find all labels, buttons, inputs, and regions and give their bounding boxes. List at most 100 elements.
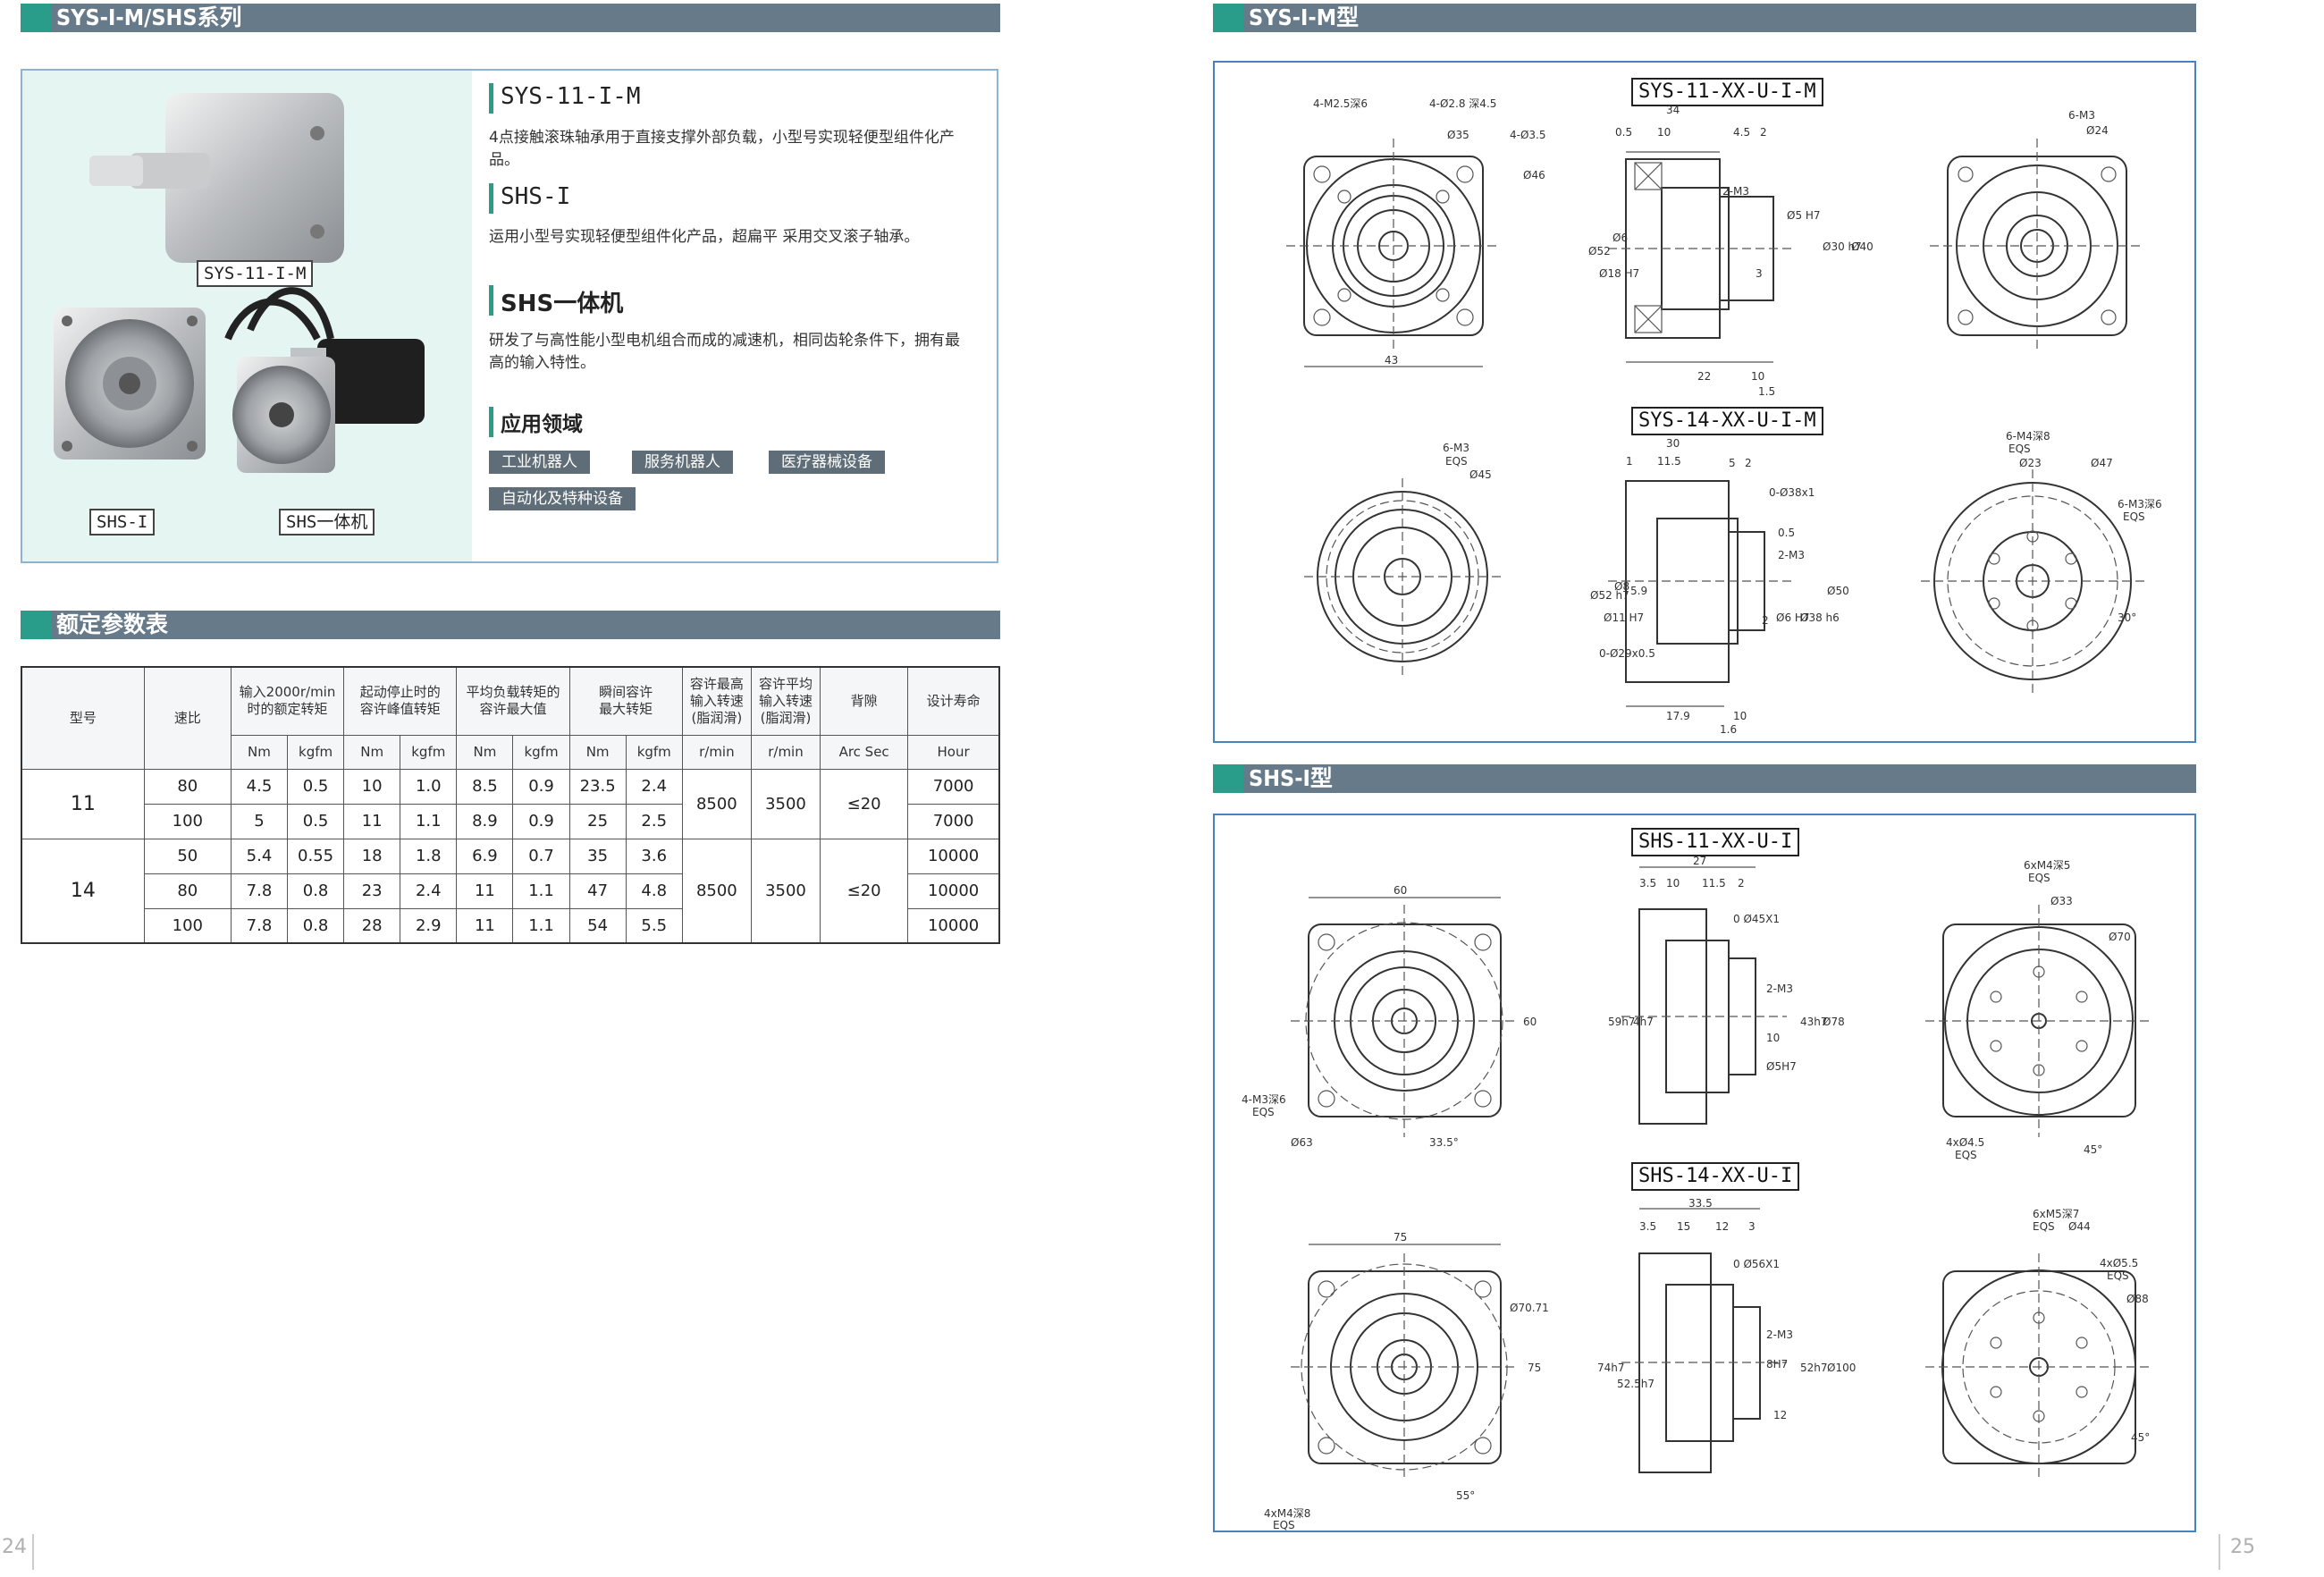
section-bar-shs: SHS-I型 <box>1213 764 2196 793</box>
dim-label: Ø5 H7 <box>1787 209 1821 222</box>
dim-label: 10 <box>1666 877 1680 890</box>
dim-label: 6xM5深7 <box>2033 1208 2079 1220</box>
dim-label: Ø38 h6 <box>1800 611 1840 624</box>
cell: 7.8 <box>230 907 289 944</box>
cell: 10000 <box>907 873 1000 909</box>
dim-label: Ø35 <box>1447 129 1469 141</box>
dim-label: 4xØ5.5 <box>2100 1257 2138 1269</box>
dim-label: 3 <box>1756 267 1763 280</box>
product-heading-sys: SYS-11-I-M <box>501 83 641 110</box>
table-row: 11 80 4.5 0.5 10 1.0 8.5 0.9 23.5 2.4 85… <box>21 768 1000 839</box>
cell: 8.9 <box>456 803 514 839</box>
product-panel: SYS-11-I-M SHS-I SHS一体机 SYS-11-I-M 4点接触滚… <box>21 69 998 563</box>
section-title-shs: SHS-I型 <box>1249 765 1333 791</box>
cell: 0.8 <box>287 873 345 909</box>
dim-label: 52.5h7 <box>1617 1378 1655 1390</box>
dim-label: EQS <box>1445 455 1468 468</box>
cell: 5.4 <box>230 838 289 874</box>
dim-label: 3.5 <box>1639 877 1656 890</box>
product-heading-shs-integrated: SHS一体机 <box>501 291 624 317</box>
dim-label: 6xM4深5 <box>2024 859 2070 872</box>
section-title-table: 额定参数表 <box>56 611 169 637</box>
cell: 80 <box>143 873 232 909</box>
dim-label: 1 <box>1626 455 1633 468</box>
dim-label: Ø88 <box>2126 1293 2149 1305</box>
table-row: 14 50 5.4 0.55 18 1.8 6.9 0.7 35 3.6 850… <box>21 838 1000 944</box>
cell: 3.6 <box>625 838 683 874</box>
unit-cell: Nm <box>230 734 289 770</box>
dim-label: Ø18 H7 <box>1599 267 1639 280</box>
dim-label: EQS <box>2033 1220 2055 1233</box>
page-number-right: 25 <box>2230 1536 2255 1558</box>
dim-label: 2-M3 <box>1722 185 1749 198</box>
cell: 7000 <box>907 803 1000 839</box>
dim-label: 22 <box>1697 370 1711 383</box>
cell: 5.5 <box>625 907 683 944</box>
cell: 4.8 <box>625 873 683 909</box>
dim-label: EQS <box>2107 1269 2129 1282</box>
dim-label: 8H7 <box>1766 1358 1788 1370</box>
dim-label: 4h7 <box>1633 1016 1654 1028</box>
photo-label-shs-integrated: SHS一体机 <box>279 509 375 536</box>
dim-label: 11.5 <box>1657 455 1681 468</box>
dim-label: EQS <box>1955 1149 1977 1161</box>
dim-label: 27 <box>1693 855 1706 867</box>
cell: 23 <box>343 873 401 909</box>
th-ratio: 速比 <box>143 666 232 770</box>
dim-label: 1.6 <box>1720 723 1737 736</box>
product-desc-sys: 4点接触滚珠轴承用于直接支撑外部负载，小型号实现轻便型组件化产品。 <box>489 129 955 169</box>
dim-label: Ø6 <box>1612 232 1628 244</box>
dim-label: 30 <box>1666 437 1680 450</box>
cell-backlash: ≤20 <box>820 838 909 944</box>
dim-label: Ø33 <box>2050 895 2073 907</box>
dim-label: 10 <box>1657 126 1671 139</box>
product-photos: SYS-11-I-M SHS-I SHS一体机 <box>22 71 472 561</box>
cell: 1.1 <box>400 803 458 839</box>
dim-label: 52h7 <box>1800 1362 1828 1374</box>
section-title-sys: SYS-I-M型 <box>1249 4 1360 30</box>
cell: 25 <box>568 803 627 839</box>
cell: 0.8 <box>287 907 345 944</box>
unit-cell: kgfm <box>287 734 345 770</box>
dim-label: 10 <box>1733 710 1747 722</box>
dim-label: 60 <box>1394 884 1407 897</box>
cell: 2.9 <box>400 907 458 944</box>
dim-label: 4xM4深8 <box>1264 1507 1310 1520</box>
unit-cell: Nm <box>456 734 514 770</box>
dim-label: 0 Ø45X1 <box>1733 913 1780 925</box>
th-backlash: 背隙 <box>820 666 909 736</box>
dim-label: 4-M2.5深6 <box>1313 97 1368 110</box>
cell-model: 11 <box>21 768 145 839</box>
cell-avg-speed: 3500 <box>750 768 821 839</box>
product-heading-shs: SHS-I <box>501 183 571 210</box>
cell: 1.1 <box>512 873 570 909</box>
dim-label: 6-M3 <box>1443 442 1469 454</box>
dim-label: 3 <box>1748 1220 1756 1233</box>
dim-label: 1.5 <box>1758 385 1775 398</box>
cell-avg-speed: 3500 <box>750 838 821 944</box>
cell: 11 <box>456 907 514 944</box>
reducer-photo-sys <box>54 93 425 473</box>
cell: 11 <box>343 803 401 839</box>
cell: 0.9 <box>512 803 570 839</box>
dim-label: 59h7 <box>1608 1016 1636 1028</box>
dim-label: Ø100 <box>1827 1362 1856 1374</box>
dim-label: 17.9 <box>1666 710 1690 722</box>
dim-label: Ø50 <box>1827 585 1849 597</box>
cell: 47 <box>568 873 627 909</box>
dim-label: EQS <box>2123 510 2145 523</box>
cell: 5 <box>230 803 289 839</box>
dim-label: 4-Ø3.5 <box>1510 129 1546 141</box>
dim-label: 4.5 <box>1733 126 1750 139</box>
cell: 0.7 <box>512 838 570 874</box>
section-title-series: SYS-I-M/SHS系列 <box>56 4 242 30</box>
cell: 10000 <box>907 907 1000 944</box>
photo-label-sys: SYS-11-I-M <box>197 260 314 287</box>
dim-label: 2 <box>1745 457 1752 469</box>
product-desc-shs: 运用小型号实现轻便型组件化产品，超扁平 采用交叉滚子轴承。 <box>489 228 920 246</box>
cell: 2.4 <box>625 768 683 805</box>
dim-label: 33.5 <box>1688 1197 1713 1210</box>
application-heading: 应用领域 <box>501 413 583 436</box>
dim-label: 6-M3 <box>2068 109 2095 122</box>
unit-cell: kgfm <box>512 734 570 770</box>
